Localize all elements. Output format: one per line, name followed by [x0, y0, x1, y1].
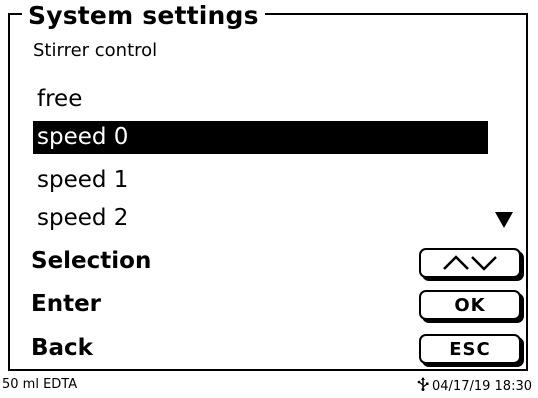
triangle-down-icon: [495, 212, 513, 228]
usb-icon: [417, 377, 429, 396]
page-title: System settings: [22, 2, 265, 30]
option-speed-2[interactable]: speed 2: [33, 202, 488, 235]
selection-key-button[interactable]: [419, 248, 521, 278]
enter-label: Enter: [31, 291, 102, 317]
option-free[interactable]: free: [33, 83, 488, 116]
back-label: Back: [31, 335, 93, 361]
selection-label: Selection: [31, 248, 152, 274]
page-subtitle: Stirrer control: [33, 40, 158, 61]
up-down-arrows-icon: [439, 253, 501, 273]
option-speed-1[interactable]: speed 1: [33, 164, 488, 197]
esc-button[interactable]: ESC: [419, 334, 521, 364]
ok-button[interactable]: OK: [419, 290, 521, 320]
option-speed-0[interactable]: speed 0: [33, 121, 488, 154]
datetime: 04/17/19 18:30: [432, 378, 532, 394]
reagent-status: 50 ml EDTA: [2, 377, 78, 392]
status-right: 04/17/19 18:30: [417, 377, 532, 396]
